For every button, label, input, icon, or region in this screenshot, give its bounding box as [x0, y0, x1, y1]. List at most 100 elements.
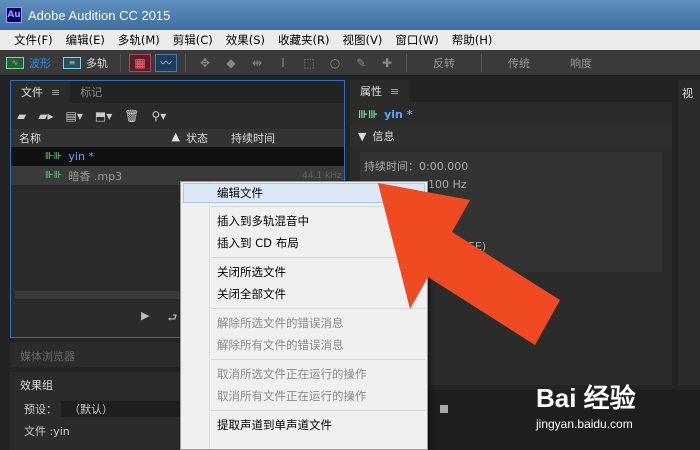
toolbar-divider	[406, 53, 407, 72]
new-file-icon[interactable]: ▤▾	[66, 109, 83, 123]
waveform-icon: ⊪⊪	[358, 107, 379, 121]
menu-item-close-selected[interactable]: 关闭所选文件	[181, 261, 427, 283]
menu-view[interactable]: 视图(V)	[343, 32, 383, 48]
spectral-pitch-icon[interactable]: 〰	[155, 53, 177, 72]
waveform-label: 波形	[29, 56, 51, 70]
insert-icon[interactable]: ⬒▾	[95, 109, 112, 123]
toolbar-divider	[185, 53, 186, 72]
import-icon[interactable]: ▰▸	[38, 109, 53, 123]
waveform-icon: ⊪⊪	[45, 170, 63, 181]
menu-item-cancel-all-operations: 取消所有文件正在运行的操作	[217, 389, 367, 403]
open-folder-icon[interactable]: ▰	[17, 109, 26, 123]
files-toolbar: ▰ ▰▸ ▤▾ ⬒▾ 🗑 ⚲▾	[11, 103, 344, 129]
column-duration[interactable]: 持续时间	[231, 130, 321, 146]
time-selection-tool-icon[interactable]: I	[272, 54, 294, 72]
menu-clip[interactable]: 剪辑(C)	[173, 32, 213, 48]
waveform-icon: ∿	[6, 56, 24, 69]
menu-item-dismiss-all-errors: 解除所有文件的错误消息	[217, 338, 344, 352]
menu-separator	[211, 206, 425, 207]
menu-item-cancel-selected-operations: 取消所选文件正在运行的操作	[217, 367, 367, 381]
menu-file[interactable]: 文件(F)	[14, 32, 53, 48]
reverse-button[interactable]: 反转	[413, 55, 475, 71]
column-name[interactable]: 名称 ▲	[11, 130, 186, 146]
toolbar: ∿ 波形 ≡ 多轨 ▦ 〰 ✥ ◆ ⇹ I ⬚ ○ ✎ ✚ 反转 传统 响度	[0, 50, 700, 76]
panel-menu-icon[interactable]: ≡	[390, 85, 399, 98]
menu-favorites[interactable]: 收藏夹(R)	[278, 32, 329, 48]
title-bar: Au Adobe Audition CC 2015	[0, 0, 700, 30]
waveform-view-button[interactable]: ∿ 波形	[0, 53, 57, 73]
file-sample-rate: 44.1 kHz	[302, 170, 342, 181]
menu-window[interactable]: 窗口(W)	[395, 32, 438, 48]
workspace-loudness[interactable]: 响度	[550, 55, 612, 71]
menu-item-dismiss-selected-errors: 解除所选文件的错误消息	[217, 316, 344, 330]
loop-icon[interactable]: ⮐	[167, 309, 177, 328]
tab-properties-label: 属性	[360, 85, 382, 98]
search-icon[interactable]: ⚲▾	[151, 109, 166, 123]
panel-menu-icon[interactable]: ≡	[51, 86, 60, 99]
column-status[interactable]: 状态	[186, 130, 231, 146]
column-name-label: 名称	[19, 132, 41, 145]
menu-effects[interactable]: 效果(S)	[226, 32, 265, 48]
info-section-header[interactable]: ▼ 信息	[350, 126, 672, 146]
lasso-tool-icon[interactable]: ○	[324, 54, 346, 72]
submenu-arrow-icon: ▶	[408, 238, 415, 248]
toolbar-divider	[481, 53, 482, 72]
properties-panel-tabs: 属性 ≡	[350, 80, 672, 102]
effects-file-label: 文件 :yin	[24, 425, 70, 438]
slip-tool-icon[interactable]: ⇹	[246, 54, 268, 72]
brush-tool-icon[interactable]: ✎	[350, 54, 372, 72]
properties-file: ⊪⊪ yin *	[350, 102, 672, 126]
baidu-watermark: Bai 经验 jingyan.baidu.com	[536, 378, 686, 438]
toolbar-divider	[120, 53, 121, 72]
menu-item-insert-multitrack[interactable]: 插入到多轨混音中	[181, 210, 427, 232]
tab-markers[interactable]: 标记	[70, 81, 112, 103]
menu-item-label: 插入到 CD 布局	[217, 236, 299, 250]
menu-separator	[211, 308, 425, 309]
menu-separator	[211, 257, 425, 258]
preset-label: 预设：	[24, 403, 57, 416]
horizontal-scrollbar[interactable]	[15, 291, 190, 299]
menu-item-extract-mono[interactable]: 提取声道到单声道文件	[181, 414, 427, 436]
file-row-yin[interactable]: ⊪⊪ yin *	[11, 147, 344, 166]
sort-ascending-icon: ▲	[171, 130, 180, 143]
baidu-logo: Bai 经验	[536, 378, 686, 415]
properties-file-name: yin *	[384, 107, 413, 121]
menu-item-insert-cd-layout[interactable]: 插入到 CD 布局 ▶	[181, 232, 427, 254]
menu-separator	[211, 410, 425, 411]
right-panel: 视	[678, 80, 700, 385]
spectral-frequency-icon[interactable]: ▦	[129, 53, 151, 72]
watermark-url: jingyan.baidu.com	[536, 417, 633, 431]
multitrack-icon: ≡	[63, 56, 81, 69]
tab-files[interactable]: 文件 ≡	[11, 81, 71, 103]
workspace-traditional[interactable]: 传统	[488, 55, 550, 71]
watermark-logo-text: Bai 经验	[536, 383, 636, 413]
razor-tool-icon[interactable]: ◆	[220, 54, 242, 72]
play-icon[interactable]: ▶	[141, 309, 149, 328]
menu-item-edit-file[interactable]: 编辑文件	[183, 183, 425, 203]
spot-healing-tool-icon[interactable]: ✚	[376, 54, 398, 72]
window-title: Adobe Audition CC 2015	[28, 7, 171, 23]
waveform-icon: ⊪⊪	[45, 151, 63, 162]
files-panel-tabs: 文件 ≡ 标记	[11, 81, 344, 103]
tab-files-label: 文件	[21, 86, 43, 99]
audition-logo-icon: Au	[6, 7, 22, 23]
multitrack-label: 多轨	[86, 56, 108, 70]
menu-edit[interactable]: 编辑(E)	[66, 32, 105, 48]
file-name: 暗香 .mp3	[68, 169, 123, 183]
tab-properties[interactable]: 属性 ≡	[350, 80, 410, 102]
stop-icon[interactable]	[440, 405, 448, 413]
context-menu: 编辑文件 插入到多轨混音中 插入到 CD 布局 ▶ 关闭所选文件 关闭全部文件 …	[180, 181, 428, 450]
file-name: yin *	[68, 150, 94, 163]
menu-help[interactable]: 帮助(H)	[452, 32, 493, 48]
marquee-tool-icon[interactable]: ⬚	[298, 54, 320, 72]
info-duration: 持续时间：0:00.000	[364, 160, 469, 173]
menu-multitrack[interactable]: 多轨(M)	[118, 32, 160, 48]
collapse-triangle-icon: ▼	[358, 129, 367, 143]
delete-icon[interactable]: 🗑	[124, 109, 139, 123]
right-panel-title[interactable]: 视	[678, 80, 700, 106]
move-tool-icon[interactable]: ✥	[194, 54, 216, 72]
menu-bar: 文件(F) 编辑(E) 多轨(M) 剪辑(C) 效果(S) 收藏夹(R) 视图(…	[0, 30, 700, 50]
info-section-title: 信息	[372, 130, 395, 143]
menu-item-close-all[interactable]: 关闭全部文件	[181, 283, 427, 305]
multitrack-view-button[interactable]: ≡ 多轨	[57, 53, 114, 73]
